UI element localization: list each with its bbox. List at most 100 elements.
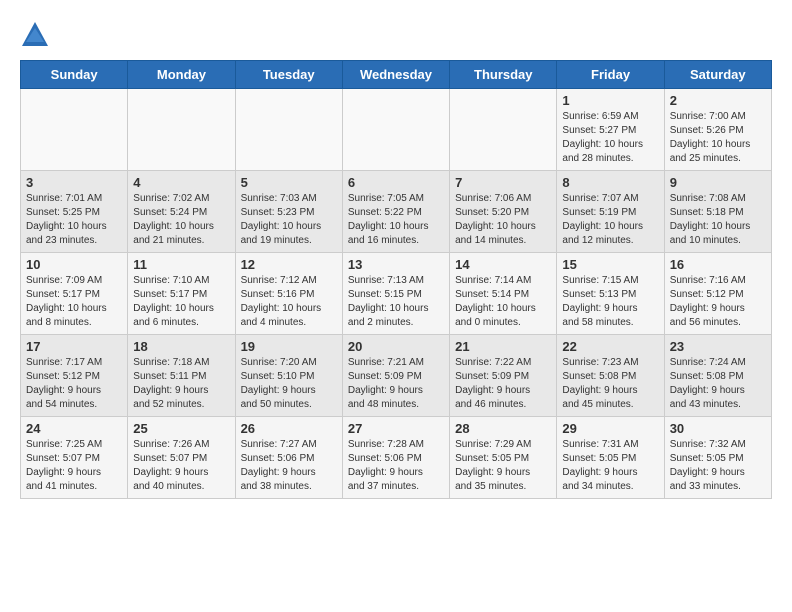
cell-content: Sunrise: 7:22 AM Sunset: 5:09 PM Dayligh…	[455, 356, 551, 412]
weekday-header-friday: Friday	[557, 61, 664, 89]
weekday-header-tuesday: Tuesday	[235, 61, 342, 89]
day-number: 12	[241, 257, 337, 272]
calendar-cell: 3Sunrise: 7:01 AM Sunset: 5:25 PM Daylig…	[21, 171, 128, 253]
calendar-cell: 1 Sunrise: 6:59 AM Sunset: 5:27 PM Daylig…	[557, 89, 664, 171]
calendar-cell	[21, 89, 128, 171]
calendar-cell: 6 Sunrise: 7:05 AM Sunset: 5:22 PM Daylig…	[342, 171, 449, 253]
logo-icon	[20, 20, 50, 50]
day-number: 25	[133, 421, 229, 436]
calendar-cell: 2 Sunrise: 7:00 AM Sunset: 5:26 PM Daylig…	[664, 89, 771, 171]
calendar-cell: 14 Sunrise: 7:14 AM Sunset: 5:14 PM Dayli…	[450, 253, 557, 335]
cell-content: Sunrise: 7:13 AM Sunset: 5:15 PM Dayligh…	[348, 274, 444, 330]
calendar-cell: 8 Sunrise: 7:07 AM Sunset: 5:19 PM Daylig…	[557, 171, 664, 253]
calendar-cell: 16 Sunrise: 7:16 AM Sunset: 5:12 PM Dayli…	[664, 253, 771, 335]
day-number: 14	[455, 257, 551, 272]
weekday-header-thursday: Thursday	[450, 61, 557, 89]
cell-content: Sunrise: 7:09 AM Sunset: 5:17 PM Dayligh…	[26, 274, 122, 330]
cell-content: Sunrise: 7:06 AM Sunset: 5:20 PM Dayligh…	[455, 192, 551, 248]
calendar-cell: 25 Sunrise: 7:26 AM Sunset: 5:07 PM Dayli…	[128, 417, 235, 499]
cell-content: Sunrise: 7:05 AM Sunset: 5:22 PM Dayligh…	[348, 192, 444, 248]
calendar-cell: 12 Sunrise: 7:12 AM Sunset: 5:16 PM Dayli…	[235, 253, 342, 335]
calendar-cell: 13Sunrise: 7:13 AM Sunset: 5:15 PM Dayli…	[342, 253, 449, 335]
calendar-cell: 11Sunrise: 7:10 AM Sunset: 5:17 PM Dayli…	[128, 253, 235, 335]
calendar-week-row: 24Sunrise: 7:25 AM Sunset: 5:07 PM Dayli…	[21, 417, 772, 499]
calendar-week-row: 1 Sunrise: 6:59 AM Sunset: 5:27 PM Daylig…	[21, 89, 772, 171]
logo	[20, 20, 54, 50]
day-number: 10	[26, 257, 122, 272]
day-number: 30	[670, 421, 766, 436]
weekday-header-monday: Monday	[128, 61, 235, 89]
day-number: 16	[670, 257, 766, 272]
calendar-week-row: 10 Sunrise: 7:09 AM Sunset: 5:17 PM Dayli…	[21, 253, 772, 335]
calendar-cell: 28 Sunrise: 7:29 AM Sunset: 5:05 PM Dayli…	[450, 417, 557, 499]
calendar-cell: 20 Sunrise: 7:21 AM Sunset: 5:09 PM Dayli…	[342, 335, 449, 417]
calendar-cell: 23Sunrise: 7:24 AM Sunset: 5:08 PM Dayli…	[664, 335, 771, 417]
cell-content: Sunrise: 7:10 AM Sunset: 5:17 PM Dayligh…	[133, 274, 229, 330]
weekday-header-sunday: Sunday	[21, 61, 128, 89]
cell-content: Sunrise: 7:01 AM Sunset: 5:25 PM Dayligh…	[26, 192, 122, 248]
cell-content: Sunrise: 7:16 AM Sunset: 5:12 PM Dayligh…	[670, 274, 766, 330]
calendar-week-row: 17Sunrise: 7:17 AM Sunset: 5:12 PM Dayli…	[21, 335, 772, 417]
cell-content: Sunrise: 7:02 AM Sunset: 5:24 PM Dayligh…	[133, 192, 229, 248]
calendar-cell: 18 Sunrise: 7:18 AM Sunset: 5:11 PM Dayli…	[128, 335, 235, 417]
cell-content: Sunrise: 7:03 AM Sunset: 5:23 PM Dayligh…	[241, 192, 337, 248]
weekday-header-wednesday: Wednesday	[342, 61, 449, 89]
calendar-cell: 5 Sunrise: 7:03 AM Sunset: 5:23 PM Daylig…	[235, 171, 342, 253]
cell-content: Sunrise: 7:07 AM Sunset: 5:19 PM Dayligh…	[562, 192, 658, 248]
day-number: 29	[562, 421, 658, 436]
day-number: 27	[348, 421, 444, 436]
day-number: 22	[562, 339, 658, 354]
day-number: 1	[562, 93, 658, 108]
calendar-cell: 10 Sunrise: 7:09 AM Sunset: 5:17 PM Dayli…	[21, 253, 128, 335]
cell-content: Sunrise: 7:17 AM Sunset: 5:12 PM Dayligh…	[26, 356, 122, 412]
cell-content: Sunrise: 7:21 AM Sunset: 5:09 PM Dayligh…	[348, 356, 444, 412]
calendar-cell: 19 Sunrise: 7:20 AM Sunset: 5:10 PM Dayli…	[235, 335, 342, 417]
cell-content: Sunrise: 7:00 AM Sunset: 5:26 PM Dayligh…	[670, 110, 766, 166]
cell-content: Sunrise: 7:26 AM Sunset: 5:07 PM Dayligh…	[133, 438, 229, 494]
calendar-cell: 15Sunrise: 7:15 AM Sunset: 5:13 PM Dayli…	[557, 253, 664, 335]
calendar-cell: 22 Sunrise: 7:23 AM Sunset: 5:08 PM Dayli…	[557, 335, 664, 417]
calendar-cell: 21 Sunrise: 7:22 AM Sunset: 5:09 PM Dayli…	[450, 335, 557, 417]
calendar-table: SundayMondayTuesdayWednesdayThursdayFrid…	[20, 60, 772, 499]
day-number: 2	[670, 93, 766, 108]
day-number: 28	[455, 421, 551, 436]
calendar-cell	[342, 89, 449, 171]
calendar-cell	[450, 89, 557, 171]
cell-content: Sunrise: 7:31 AM Sunset: 5:05 PM Dayligh…	[562, 438, 658, 494]
day-number: 21	[455, 339, 551, 354]
day-number: 6	[348, 175, 444, 190]
calendar-cell	[128, 89, 235, 171]
cell-content: Sunrise: 7:29 AM Sunset: 5:05 PM Dayligh…	[455, 438, 551, 494]
cell-content: Sunrise: 7:28 AM Sunset: 5:06 PM Dayligh…	[348, 438, 444, 494]
day-number: 15	[562, 257, 658, 272]
page-header	[20, 20, 772, 50]
calendar-cell: 24Sunrise: 7:25 AM Sunset: 5:07 PM Dayli…	[21, 417, 128, 499]
calendar-cell: 4 Sunrise: 7:02 AM Sunset: 5:24 PM Daylig…	[128, 171, 235, 253]
day-number: 9	[670, 175, 766, 190]
day-number: 8	[562, 175, 658, 190]
calendar-cell: 7 Sunrise: 7:06 AM Sunset: 5:20 PM Daylig…	[450, 171, 557, 253]
cell-content: Sunrise: 7:12 AM Sunset: 5:16 PM Dayligh…	[241, 274, 337, 330]
day-number: 4	[133, 175, 229, 190]
weekday-header-row: SundayMondayTuesdayWednesdayThursdayFrid…	[21, 61, 772, 89]
day-number: 18	[133, 339, 229, 354]
day-number: 7	[455, 175, 551, 190]
calendar-cell: 29 Sunrise: 7:31 AM Sunset: 5:05 PM Dayli…	[557, 417, 664, 499]
calendar-cell: 9 Sunrise: 7:08 AM Sunset: 5:18 PM Daylig…	[664, 171, 771, 253]
calendar-cell: 17Sunrise: 7:17 AM Sunset: 5:12 PM Dayli…	[21, 335, 128, 417]
cell-content: Sunrise: 7:27 AM Sunset: 5:06 PM Dayligh…	[241, 438, 337, 494]
day-number: 20	[348, 339, 444, 354]
day-number: 19	[241, 339, 337, 354]
day-number: 26	[241, 421, 337, 436]
calendar-cell: 30 Sunrise: 7:32 AM Sunset: 5:05 PM Dayli…	[664, 417, 771, 499]
calendar-cell: 26 Sunrise: 7:27 AM Sunset: 5:06 PM Dayli…	[235, 417, 342, 499]
cell-content: Sunrise: 7:14 AM Sunset: 5:14 PM Dayligh…	[455, 274, 551, 330]
cell-content: Sunrise: 7:08 AM Sunset: 5:18 PM Dayligh…	[670, 192, 766, 248]
cell-content: Sunrise: 6:59 AM Sunset: 5:27 PM Dayligh…	[562, 110, 658, 166]
cell-content: Sunrise: 7:23 AM Sunset: 5:08 PM Dayligh…	[562, 356, 658, 412]
calendar-cell: 27 Sunrise: 7:28 AM Sunset: 5:06 PM Dayli…	[342, 417, 449, 499]
cell-content: Sunrise: 7:18 AM Sunset: 5:11 PM Dayligh…	[133, 356, 229, 412]
cell-content: Sunrise: 7:20 AM Sunset: 5:10 PM Dayligh…	[241, 356, 337, 412]
cell-content: Sunrise: 7:32 AM Sunset: 5:05 PM Dayligh…	[670, 438, 766, 494]
day-number: 5	[241, 175, 337, 190]
